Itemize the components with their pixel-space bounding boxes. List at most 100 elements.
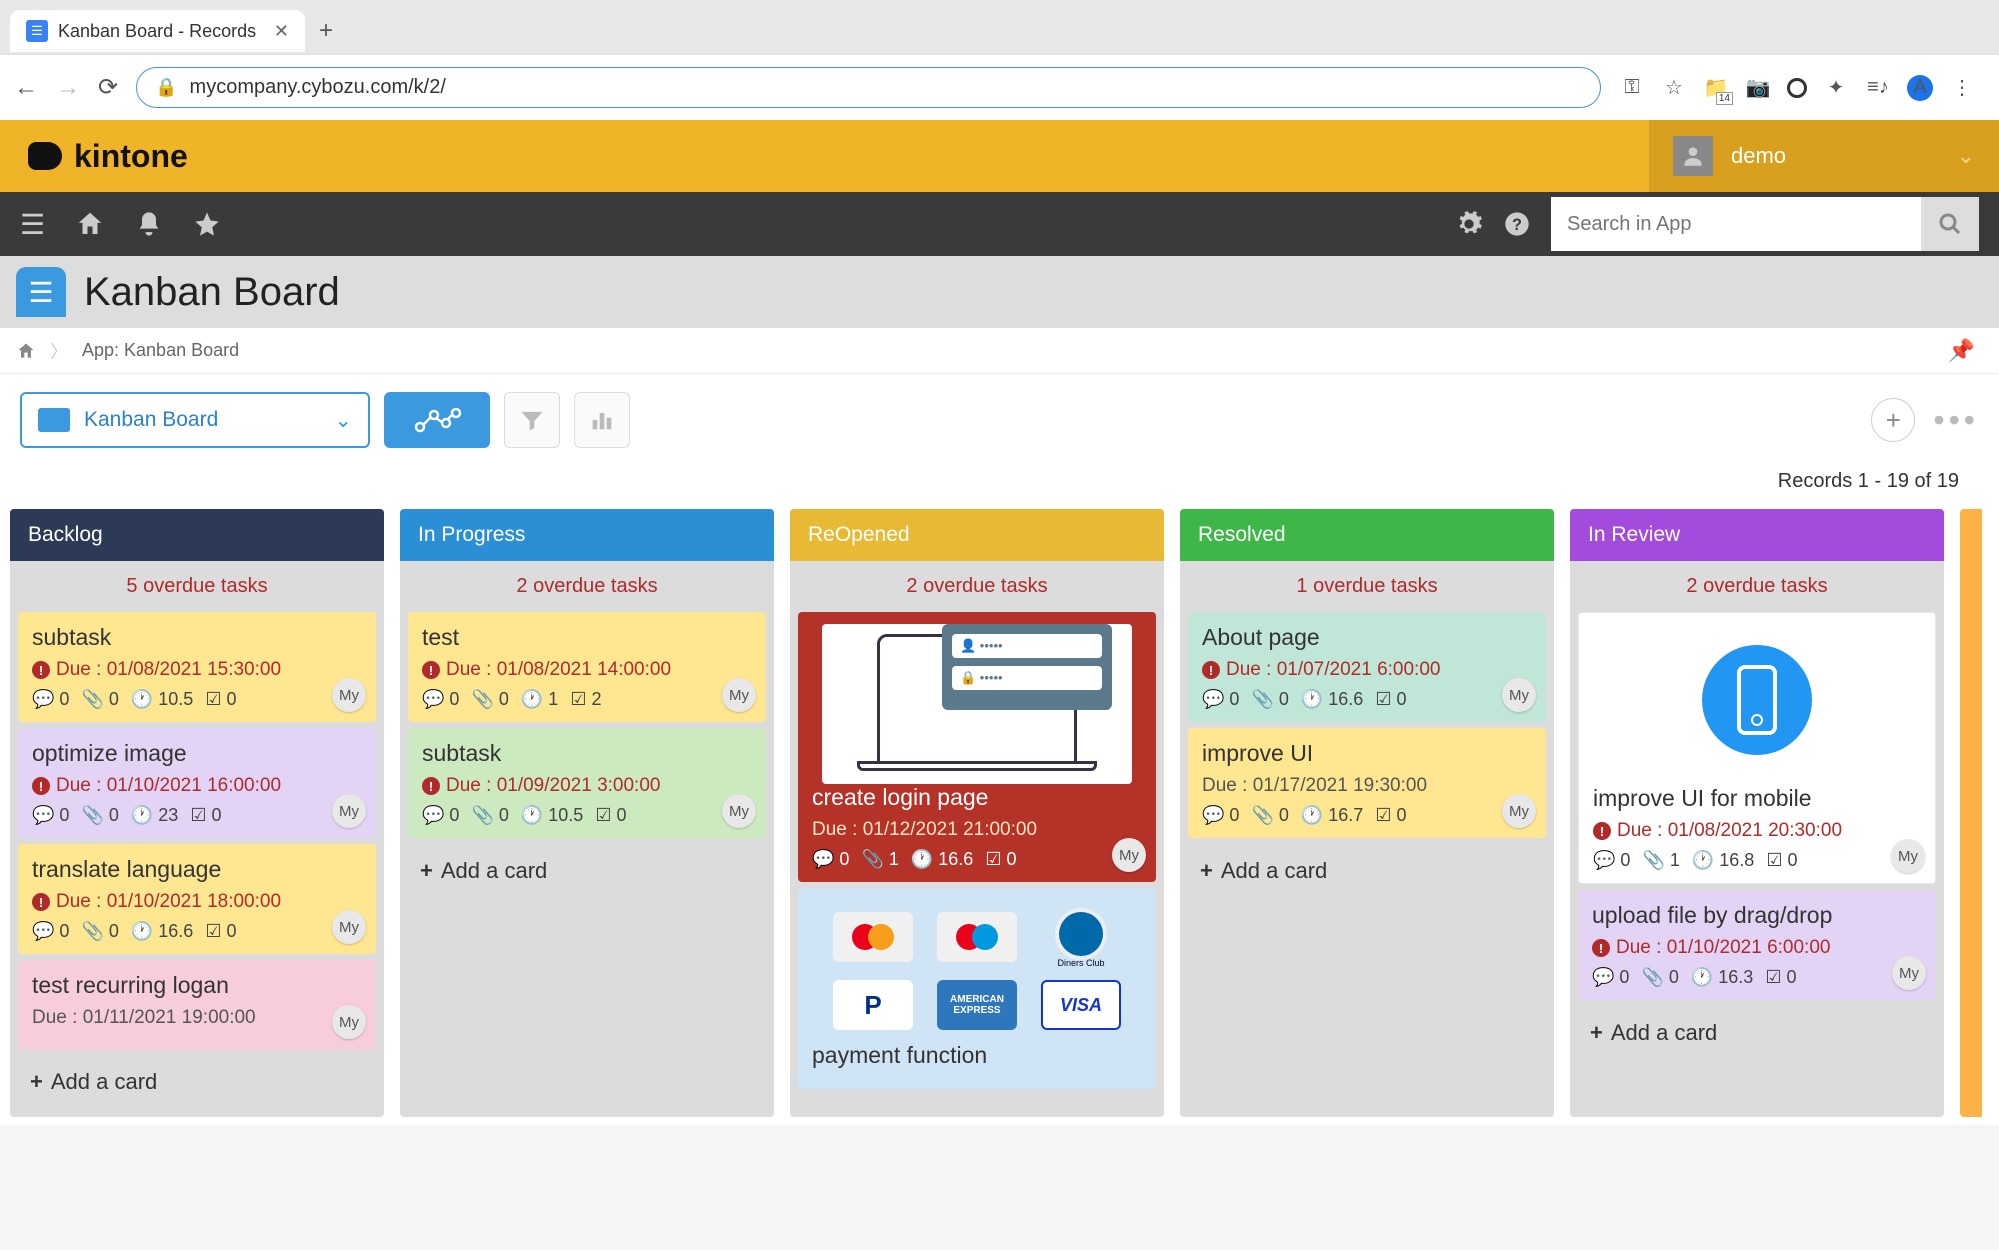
back-button[interactable]: ← — [14, 74, 38, 102]
kanban-card[interactable]: subtask! Due : 01/09/2021 3:00:00💬 0📎 0🕐… — [408, 728, 766, 838]
kanban-card[interactable]: 👤 •••••🔒 •••••create login pageDue : 01/… — [798, 612, 1156, 882]
user-avatar-icon — [1673, 136, 1713, 176]
hamburger-icon[interactable]: ☰ — [20, 208, 45, 241]
camera-icon[interactable]: 📷 — [1745, 75, 1771, 101]
card-due-date: ! Due : 01/09/2021 3:00:00 — [422, 775, 752, 797]
star-nav-icon[interactable] — [193, 210, 221, 238]
kanban-card[interactable]: About page! Due : 01/07/2021 6:00:00💬 0📎… — [1188, 612, 1546, 722]
key-icon[interactable]: ⚿ — [1619, 75, 1645, 101]
column-header[interactable]: In Review — [1570, 509, 1944, 561]
folder-icon[interactable]: 📁14 — [1703, 75, 1729, 101]
search-button[interactable] — [1921, 197, 1979, 251]
comments-icon: 💬 0 — [422, 689, 459, 710]
url-input[interactable]: 🔒 mycompany.cybozu.com/k/2/ — [136, 67, 1601, 108]
add-record-button[interactable]: + — [1871, 398, 1915, 442]
profile-avatar[interactable]: A — [1907, 75, 1933, 101]
card-title: test — [422, 624, 752, 651]
app-header: kintone demo ⌄ — [0, 120, 1999, 192]
brand-logo[interactable]: kintone — [28, 138, 188, 175]
browser-extensions: ⚿ ☆ 📁14 📷 ✦ ≡♪ A ⋮ — [1619, 75, 1985, 101]
kanban-card[interactable]: upload file by drag/drop! Due : 01/10/20… — [1578, 890, 1936, 1000]
kanban-card[interactable]: improve UI for mobile! Due : 01/08/2021 … — [1578, 612, 1936, 884]
help-icon[interactable]: ? — [1503, 210, 1531, 238]
column-header[interactable]: ReOpened — [790, 509, 1164, 561]
my-badge: My — [332, 678, 366, 712]
gear-icon[interactable] — [1455, 210, 1483, 238]
star-icon[interactable]: ☆ — [1661, 75, 1687, 101]
column-header[interactable]: In Progress — [400, 509, 774, 561]
comments-icon: 💬 0 — [1592, 967, 1629, 988]
kanban-card[interactable]: subtask! Due : 01/08/2021 15:30:00💬 0📎 0… — [18, 612, 376, 722]
kanban-column-partial[interactable] — [1960, 509, 1982, 1117]
playlist-icon[interactable]: ≡♪ — [1865, 75, 1891, 101]
card-title: upload file by drag/drop — [1592, 902, 1922, 929]
column-body: 2 overdue taskstest! Due : 01/08/2021 14… — [400, 561, 774, 906]
user-name: demo — [1731, 143, 1786, 169]
filter-button[interactable] — [504, 392, 560, 448]
card-due-date: ! Due : 01/08/2021 14:00:00 — [422, 659, 752, 681]
comments-icon: 💬 0 — [422, 805, 459, 826]
card-title: create login page — [812, 784, 1142, 811]
browser-menu-icon[interactable]: ⋮ — [1949, 75, 1975, 101]
add-card-button[interactable]: + Add a card — [408, 844, 766, 898]
lock-icon: 🔒 — [155, 77, 177, 98]
column-body: 2 overdue tasks improve UI for mobile! Du… — [1570, 561, 1944, 1068]
new-tab-button[interactable]: + — [319, 17, 333, 45]
kanban-card[interactable]: translate language! Due : 01/10/2021 18:… — [18, 844, 376, 954]
card-due-date: Due : 01/11/2021 19:00:00 — [32, 1007, 362, 1029]
comments-icon: 💬 0 — [32, 921, 69, 942]
browser-chrome: ☰ Kanban Board - Records ✕ + ← → ⟳ 🔒 myc… — [0, 0, 1999, 120]
card-meta: 💬 0📎 0🕐 10.5☑ 0 — [422, 805, 752, 826]
card-meta: 💬 0📎 0🕐 1☑ 2 — [422, 689, 752, 710]
user-menu[interactable]: demo ⌄ — [1649, 120, 1999, 192]
add-card-button[interactable]: + Add a card — [1578, 1006, 1936, 1060]
clock-icon: 🕐 1 — [521, 689, 558, 710]
kanban-card[interactable]: Diners ClubPAMERICANEXPRESSVISApayment f… — [798, 888, 1156, 1089]
close-tab-icon[interactable]: ✕ — [274, 21, 289, 42]
graph-view-button[interactable] — [384, 392, 490, 448]
circle-icon[interactable] — [1787, 78, 1807, 98]
reload-button[interactable]: ⟳ — [98, 73, 118, 102]
kanban-card[interactable]: optimize image! Due : 01/10/2021 16:00:0… — [18, 728, 376, 838]
card-due-date: Due : 01/17/2021 19:30:00 — [1202, 775, 1532, 797]
warning-icon: ! — [1593, 822, 1611, 840]
card-due-date: ! Due : 01/08/2021 20:30:00 — [1593, 820, 1921, 842]
kanban-card[interactable]: improve UIDue : 01/17/2021 19:30:00💬 0📎 … — [1188, 728, 1546, 838]
breadcrumb-text[interactable]: App: Kanban Board — [82, 340, 239, 361]
add-card-button[interactable]: + Add a card — [1188, 844, 1546, 898]
warning-icon: ! — [422, 777, 440, 795]
view-selector[interactable]: Kanban Board ⌄ — [20, 392, 370, 448]
card-meta: 💬 0📎 0🕐 16.3☑ 0 — [1592, 967, 1922, 988]
overdue-count: 2 overdue tasks — [1578, 569, 1936, 606]
forward-button[interactable]: → — [56, 74, 80, 102]
my-badge: My — [1112, 838, 1146, 872]
kanban-column: In Progress2 overdue taskstest! Due : 01… — [400, 509, 774, 1117]
card-meta: 💬 0📎 1🕐 16.6☑ 0 — [812, 849, 1142, 870]
search-input[interactable] — [1551, 197, 1921, 251]
comments-icon: 💬 0 — [32, 805, 69, 826]
checklist-icon: ☑ 0 — [1375, 689, 1406, 710]
puzzle-icon[interactable]: ✦ — [1823, 75, 1849, 101]
overdue-count: 2 overdue tasks — [798, 569, 1156, 606]
pin-icon[interactable]: 📌 — [1948, 338, 1975, 364]
add-card-button[interactable]: + Add a card — [18, 1055, 376, 1109]
column-header[interactable]: Backlog — [10, 509, 384, 561]
kanban-card[interactable]: test recurring loganDue : 01/11/2021 19:… — [18, 960, 376, 1049]
home-breadcrumb-icon[interactable] — [16, 341, 36, 361]
home-icon[interactable] — [75, 209, 105, 239]
checklist-icon: ☑ 0 — [1375, 805, 1406, 826]
bell-icon[interactable] — [135, 210, 163, 238]
clock-icon: 🕐 16.6 — [131, 921, 193, 942]
tab-bar: ☰ Kanban Board - Records ✕ + — [0, 0, 1999, 54]
column-header[interactable]: Resolved — [1180, 509, 1554, 561]
clock-icon: 🕐 16.6 — [1301, 689, 1363, 710]
card-meta: 💬 0📎 0🕐 16.7☑ 0 — [1202, 805, 1532, 826]
browser-tab[interactable]: ☰ Kanban Board - Records ✕ — [10, 10, 305, 52]
chart-button[interactable] — [574, 392, 630, 448]
comments-icon: 💬 0 — [1593, 850, 1630, 871]
url-text: mycompany.cybozu.com/k/2/ — [190, 76, 446, 99]
card-due-date: Due : 01/12/2021 21:00:00 — [812, 819, 1142, 841]
kanban-card[interactable]: test ! Due : 01/08/2021 14:00:00 💬 0📎 0🕐 1… — [408, 612, 766, 722]
kanban-board: Backlog5 overdue taskssubtask! Due : 01/… — [0, 501, 1999, 1125]
more-menu-icon[interactable]: ••• — [1933, 402, 1979, 439]
